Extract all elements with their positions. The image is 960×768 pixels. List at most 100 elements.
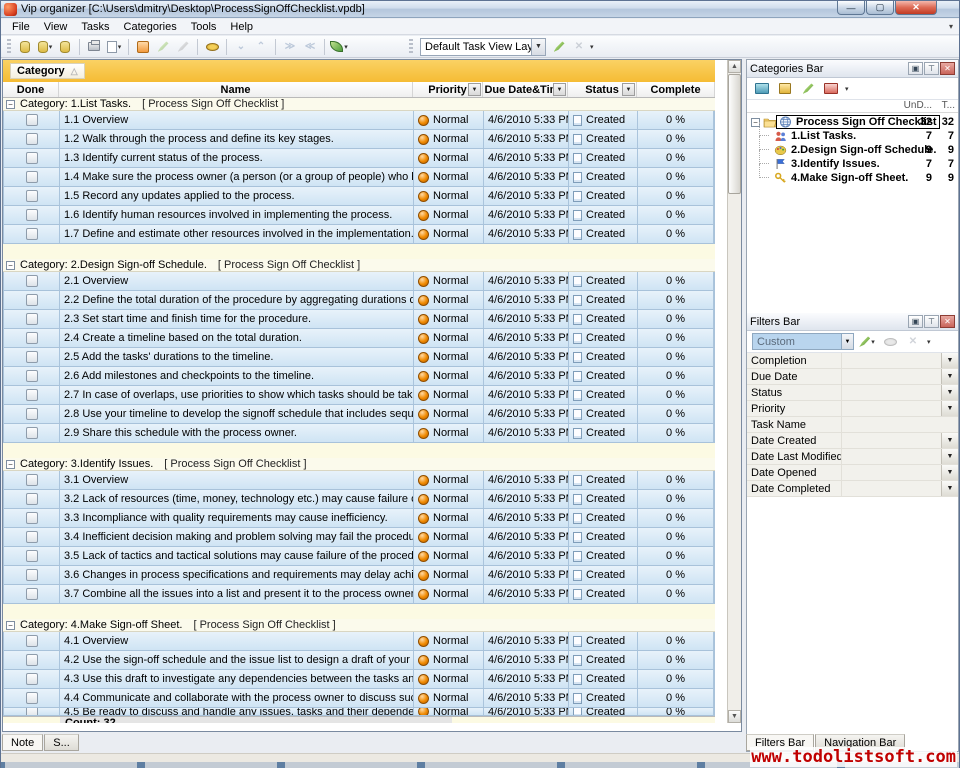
table-row[interactable]: 2.4 Create a timeline based on the total… xyxy=(3,329,715,348)
delete-task-button[interactable] xyxy=(173,38,193,56)
column-header-complete[interactable]: Complete xyxy=(637,82,715,97)
collapse-icon[interactable]: − xyxy=(6,261,15,270)
tab-note[interactable]: Note xyxy=(2,734,43,751)
filter-value-field[interactable] xyxy=(842,449,941,464)
new-task-button[interactable] xyxy=(133,38,153,56)
table-row[interactable]: 3.3 Incompliance with quality requiremen… xyxy=(3,509,715,528)
undone-column-header[interactable]: UnD... xyxy=(904,100,932,111)
task-done-checkbox[interactable] xyxy=(26,474,38,486)
task-done-checkbox[interactable] xyxy=(26,133,38,145)
task-done-checkbox[interactable] xyxy=(26,427,38,439)
table-row[interactable]: 2.2 Define the total duration of the pro… xyxy=(3,291,715,310)
tree-item-root[interactable]: −Process Sign Off Checklist3232 xyxy=(747,115,958,129)
tree-item[interactable]: 2.Design Sign-off Schedule.99 xyxy=(747,143,958,157)
minimize-button[interactable]: — xyxy=(837,1,865,15)
collapse-icon[interactable]: − xyxy=(6,100,15,109)
filter-value-field[interactable] xyxy=(842,417,958,432)
category-group-header[interactable]: −Category: 2.Design Sign-off Schedule.[ … xyxy=(3,259,715,272)
task-done-checkbox[interactable] xyxy=(26,370,38,382)
task-done-checkbox[interactable] xyxy=(26,294,38,306)
table-row[interactable]: 3.7 Combine all the issues into a list a… xyxy=(3,585,715,604)
task-done-checkbox[interactable] xyxy=(26,654,38,666)
filter-value-field[interactable] xyxy=(842,433,941,448)
table-row[interactable]: 2.6 Add milestones and checkpoints to th… xyxy=(3,367,715,386)
task-done-checkbox[interactable] xyxy=(26,190,38,202)
vertical-scrollbar[interactable]: ▲ ▼ xyxy=(727,60,741,723)
filter-value-field[interactable] xyxy=(842,481,941,496)
table-row[interactable]: 4.4 Communicate and collaborate with the… xyxy=(3,689,715,708)
tree-item[interactable]: 1.List Tasks.77 xyxy=(747,129,958,143)
filter-dropdown-button[interactable]: ▼ xyxy=(941,481,958,496)
task-done-checkbox[interactable] xyxy=(26,673,38,685)
task-done-checkbox[interactable] xyxy=(26,493,38,505)
combobox-dropdown-button[interactable]: ▼ xyxy=(841,334,853,349)
menu-tools[interactable]: Tools xyxy=(184,20,224,34)
table-row[interactable]: 2.3 Set start time and finish time for t… xyxy=(3,310,715,329)
move-top-button[interactable]: ≪ xyxy=(300,38,320,56)
menu-tasks[interactable]: Tasks xyxy=(74,20,116,34)
table-row[interactable]: 4.5 Be ready to discuss and handle any i… xyxy=(3,708,715,716)
tree-item[interactable]: 4.Make Sign-off Sheet.99 xyxy=(747,171,958,185)
task-done-checkbox[interactable] xyxy=(26,512,38,524)
panel-restore-button[interactable]: ▣ xyxy=(908,62,923,75)
filter-value-field[interactable] xyxy=(842,369,941,384)
task-done-checkbox[interactable] xyxy=(26,708,38,715)
print-button[interactable] xyxy=(84,38,104,56)
task-done-checkbox[interactable] xyxy=(26,635,38,647)
table-row[interactable]: 3.1 OverviewNormal4/6/2010 5:33 PMCreate… xyxy=(3,471,715,490)
new-category-button[interactable] xyxy=(775,80,795,98)
panel-pin-button[interactable]: ⊤ xyxy=(924,62,939,75)
tree-item[interactable]: 3.Identify Issues.77 xyxy=(747,157,958,171)
table-row[interactable]: 1.2 Walk through the process and define … xyxy=(3,130,715,149)
panel-close-button[interactable]: ✕ xyxy=(940,315,955,328)
table-row[interactable]: 2.7 In case of overlaps, use priorities … xyxy=(3,386,715,405)
tab-s-[interactable]: S... xyxy=(44,734,79,751)
table-row[interactable]: 4.1 OverviewNormal4/6/2010 5:33 PMCreate… xyxy=(3,632,715,651)
column-header-status[interactable]: Status▼ xyxy=(568,82,637,97)
table-row[interactable]: 1.5 Record any updates applied to the pr… xyxy=(3,187,715,206)
filter-dropdown-button[interactable]: ▼ xyxy=(941,369,958,384)
task-done-checkbox[interactable] xyxy=(26,550,38,562)
total-column-header[interactable]: T... xyxy=(942,100,955,111)
task-done-checkbox[interactable] xyxy=(26,569,38,581)
scrollbar-thumb[interactable] xyxy=(728,74,741,194)
category-group-header[interactable]: −Category: 1.List Tasks.[ Process Sign O… xyxy=(3,98,715,111)
new-database-button[interactable] xyxy=(15,38,35,56)
table-row[interactable]: 3.6 Changes in process specifications an… xyxy=(3,566,715,585)
combobox-dropdown-button[interactable]: ▼ xyxy=(531,39,545,55)
toolbar-grip[interactable] xyxy=(7,39,11,55)
task-done-checkbox[interactable] xyxy=(26,114,38,126)
panel-close-button[interactable]: ✕ xyxy=(940,62,955,75)
table-row[interactable]: 1.1 OverviewNormal4/6/2010 5:33 PMCreate… xyxy=(3,111,715,130)
menu-file[interactable]: File xyxy=(5,20,37,34)
task-done-checkbox[interactable] xyxy=(26,275,38,287)
scroll-up-button[interactable]: ▲ xyxy=(728,60,741,73)
new-list-button[interactable] xyxy=(752,80,772,98)
table-row[interactable]: 2.1 OverviewNormal4/6/2010 5:33 PMCreate… xyxy=(3,272,715,291)
table-row[interactable]: 1.7 Define and estimate other resources … xyxy=(3,225,715,244)
filter-dropdown-button[interactable]: ▼ xyxy=(941,465,958,480)
column-filter-button[interactable]: ▼ xyxy=(468,83,481,96)
table-row[interactable]: 1.4 Make sure the process owner (a perso… xyxy=(3,168,715,187)
task-done-checkbox[interactable] xyxy=(26,389,38,401)
task-done-checkbox[interactable] xyxy=(26,228,38,240)
move-up-button[interactable]: ⌃ xyxy=(251,38,271,56)
column-filter-button[interactable]: ▼ xyxy=(622,83,635,96)
table-row[interactable]: 2.9 Share this schedule with the process… xyxy=(3,424,715,443)
task-done-checkbox[interactable] xyxy=(26,692,38,704)
task-done-checkbox[interactable] xyxy=(26,408,38,420)
task-done-checkbox[interactable] xyxy=(26,531,38,543)
table-row[interactable]: 4.2 Use the sign-off schedule and the is… xyxy=(3,651,715,670)
view-notes-button[interactable] xyxy=(202,38,222,56)
task-done-checkbox[interactable] xyxy=(26,351,38,363)
toolbar-grip[interactable] xyxy=(409,39,413,55)
column-header-done[interactable]: Done xyxy=(3,82,59,97)
group-by-category-button[interactable]: Category △ xyxy=(10,63,85,79)
menu-view[interactable]: View xyxy=(37,20,75,34)
filter-value-field[interactable] xyxy=(842,465,941,480)
collapse-icon[interactable]: − xyxy=(6,621,15,630)
filter-dropdown-button[interactable]: ▼ xyxy=(941,433,958,448)
column-filter-button[interactable]: ▼ xyxy=(553,83,566,96)
layout-combobox[interactable]: Default Task View Layout ▼ xyxy=(420,38,546,56)
toolbar-overflow-icon[interactable]: ▾ xyxy=(845,85,849,93)
